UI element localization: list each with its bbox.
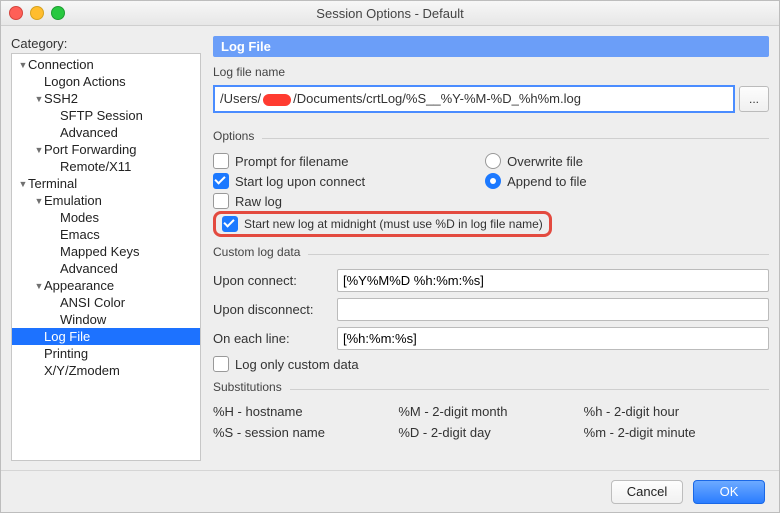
tree-item-label: Mapped Keys xyxy=(60,244,140,259)
start-upon-connect-check[interactable]: Start log upon connect xyxy=(213,173,365,189)
tree-item-advanced[interactable]: Advanced xyxy=(12,260,200,277)
browse-button[interactable]: ... xyxy=(739,86,769,112)
upon-disconnect-input[interactable] xyxy=(337,298,769,321)
tree-item-label: Printing xyxy=(44,346,88,361)
tree-item-emulation[interactable]: ▼Emulation xyxy=(12,192,200,209)
overwrite-file-radio[interactable]: Overwrite file xyxy=(485,153,587,169)
tree-item-mapped-keys[interactable]: Mapped Keys xyxy=(12,243,200,260)
tree-item-advanced[interactable]: Advanced xyxy=(12,124,200,141)
sub-S: %S - session name xyxy=(213,425,398,440)
titlebar: Session Options - Default xyxy=(1,1,779,26)
tree-item-modes[interactable]: Modes xyxy=(12,209,200,226)
tree-item-port-forwarding[interactable]: ▼Port Forwarding xyxy=(12,141,200,158)
tree-item-log-file[interactable]: Log File xyxy=(12,328,200,345)
tree-item-label: X/Y/Zmodem xyxy=(44,363,120,378)
ok-button[interactable]: OK xyxy=(693,480,765,504)
tree-item-x-y-zmodem[interactable]: X/Y/Zmodem xyxy=(12,362,200,379)
cancel-button[interactable]: Cancel xyxy=(611,480,683,504)
tree-item-label: Window xyxy=(60,312,106,327)
prompt-filename-check[interactable]: Prompt for filename xyxy=(213,153,365,169)
disclosure-triangle-icon[interactable]: ▼ xyxy=(34,94,44,104)
tree-item-label: Terminal xyxy=(28,176,77,191)
tree-item-ssh2[interactable]: ▼SSH2 xyxy=(12,90,200,107)
tree-item-label: ANSI Color xyxy=(60,295,125,310)
raw-log-check[interactable]: Raw log xyxy=(213,193,365,209)
tree-item-label: Emacs xyxy=(60,227,100,242)
category-label: Category: xyxy=(11,36,201,51)
tree-item-label: Advanced xyxy=(60,261,118,276)
sub-h: %h - 2-digit hour xyxy=(584,404,769,419)
category-tree[interactable]: ▼ConnectionLogon Actions▼SSH2SFTP Sessio… xyxy=(11,53,201,461)
disclosure-triangle-icon[interactable]: ▼ xyxy=(34,196,44,206)
tree-item-label: Emulation xyxy=(44,193,102,208)
disclosure-triangle-icon[interactable]: ▼ xyxy=(34,145,44,155)
sub-H: %H - hostname xyxy=(213,404,398,419)
disclosure-triangle-icon[interactable]: ▼ xyxy=(18,179,28,189)
redacted-username xyxy=(263,94,291,106)
sub-D: %D - 2-digit day xyxy=(398,425,583,440)
tree-item-label: Advanced xyxy=(60,125,118,140)
footer: Cancel OK xyxy=(1,470,779,512)
tree-item-label: Modes xyxy=(60,210,99,225)
disclosure-triangle-icon[interactable]: ▼ xyxy=(18,60,28,70)
tree-item-label: Remote/X11 xyxy=(60,159,131,174)
custom-log-label: Custom log data xyxy=(213,245,300,259)
tree-item-terminal[interactable]: ▼Terminal xyxy=(12,175,200,192)
tree-item-label: Appearance xyxy=(44,278,114,293)
on-each-line-input[interactable] xyxy=(337,327,769,350)
section-header: Log File xyxy=(213,36,769,57)
tree-item-label: SSH2 xyxy=(44,91,78,106)
sub-M: %M - 2-digit month xyxy=(398,404,583,419)
tree-item-label: Connection xyxy=(28,57,94,72)
tree-item-label: Port Forwarding xyxy=(44,142,136,157)
upon-connect-input[interactable] xyxy=(337,269,769,292)
logfilename-label: Log file name xyxy=(213,65,769,79)
tree-item-ansi-color[interactable]: ANSI Color xyxy=(12,294,200,311)
content-pane: Log File Log file name /Users//Documents… xyxy=(213,36,769,461)
upon-disconnect-label: Upon disconnect: xyxy=(213,302,329,317)
tree-item-label: Logon Actions xyxy=(44,74,126,89)
tree-item-label: Log File xyxy=(44,329,90,344)
tree-item-logon-actions[interactable]: Logon Actions xyxy=(12,73,200,90)
on-each-line-label: On each line: xyxy=(213,331,329,346)
window-title: Session Options - Default xyxy=(1,6,779,21)
tree-item-appearance[interactable]: ▼Appearance xyxy=(12,277,200,294)
disclosure-triangle-icon[interactable]: ▼ xyxy=(34,281,44,291)
append-to-file-radio[interactable]: Append to file xyxy=(485,173,587,189)
log-only-custom-check[interactable]: Log only custom data xyxy=(213,356,769,372)
tree-item-window[interactable]: Window xyxy=(12,311,200,328)
tree-item-emacs[interactable]: Emacs xyxy=(12,226,200,243)
start-new-log-midnight-check[interactable] xyxy=(222,216,238,232)
sub-m: %m - 2-digit minute xyxy=(584,425,769,440)
upon-connect-label: Upon connect: xyxy=(213,273,329,288)
midnight-highlight: Start new log at midnight (must use %D i… xyxy=(213,211,552,237)
tree-item-label: SFTP Session xyxy=(60,108,143,123)
tree-item-remote-x11[interactable]: Remote/X11 xyxy=(12,158,200,175)
logfilename-input[interactable]: /Users//Documents/crtLog/%S__%Y-%M-%D_%h… xyxy=(213,85,735,113)
tree-item-connection[interactable]: ▼Connection xyxy=(12,56,200,73)
tree-item-sftp-session[interactable]: SFTP Session xyxy=(12,107,200,124)
substitutions-label: Substitutions xyxy=(213,380,282,394)
category-sidebar: Category: ▼ConnectionLogon Actions▼SSH2S… xyxy=(11,36,201,461)
window: Session Options - Default Category: ▼Con… xyxy=(0,0,780,513)
tree-item-printing[interactable]: Printing xyxy=(12,345,200,362)
options-label: Options xyxy=(213,129,254,143)
